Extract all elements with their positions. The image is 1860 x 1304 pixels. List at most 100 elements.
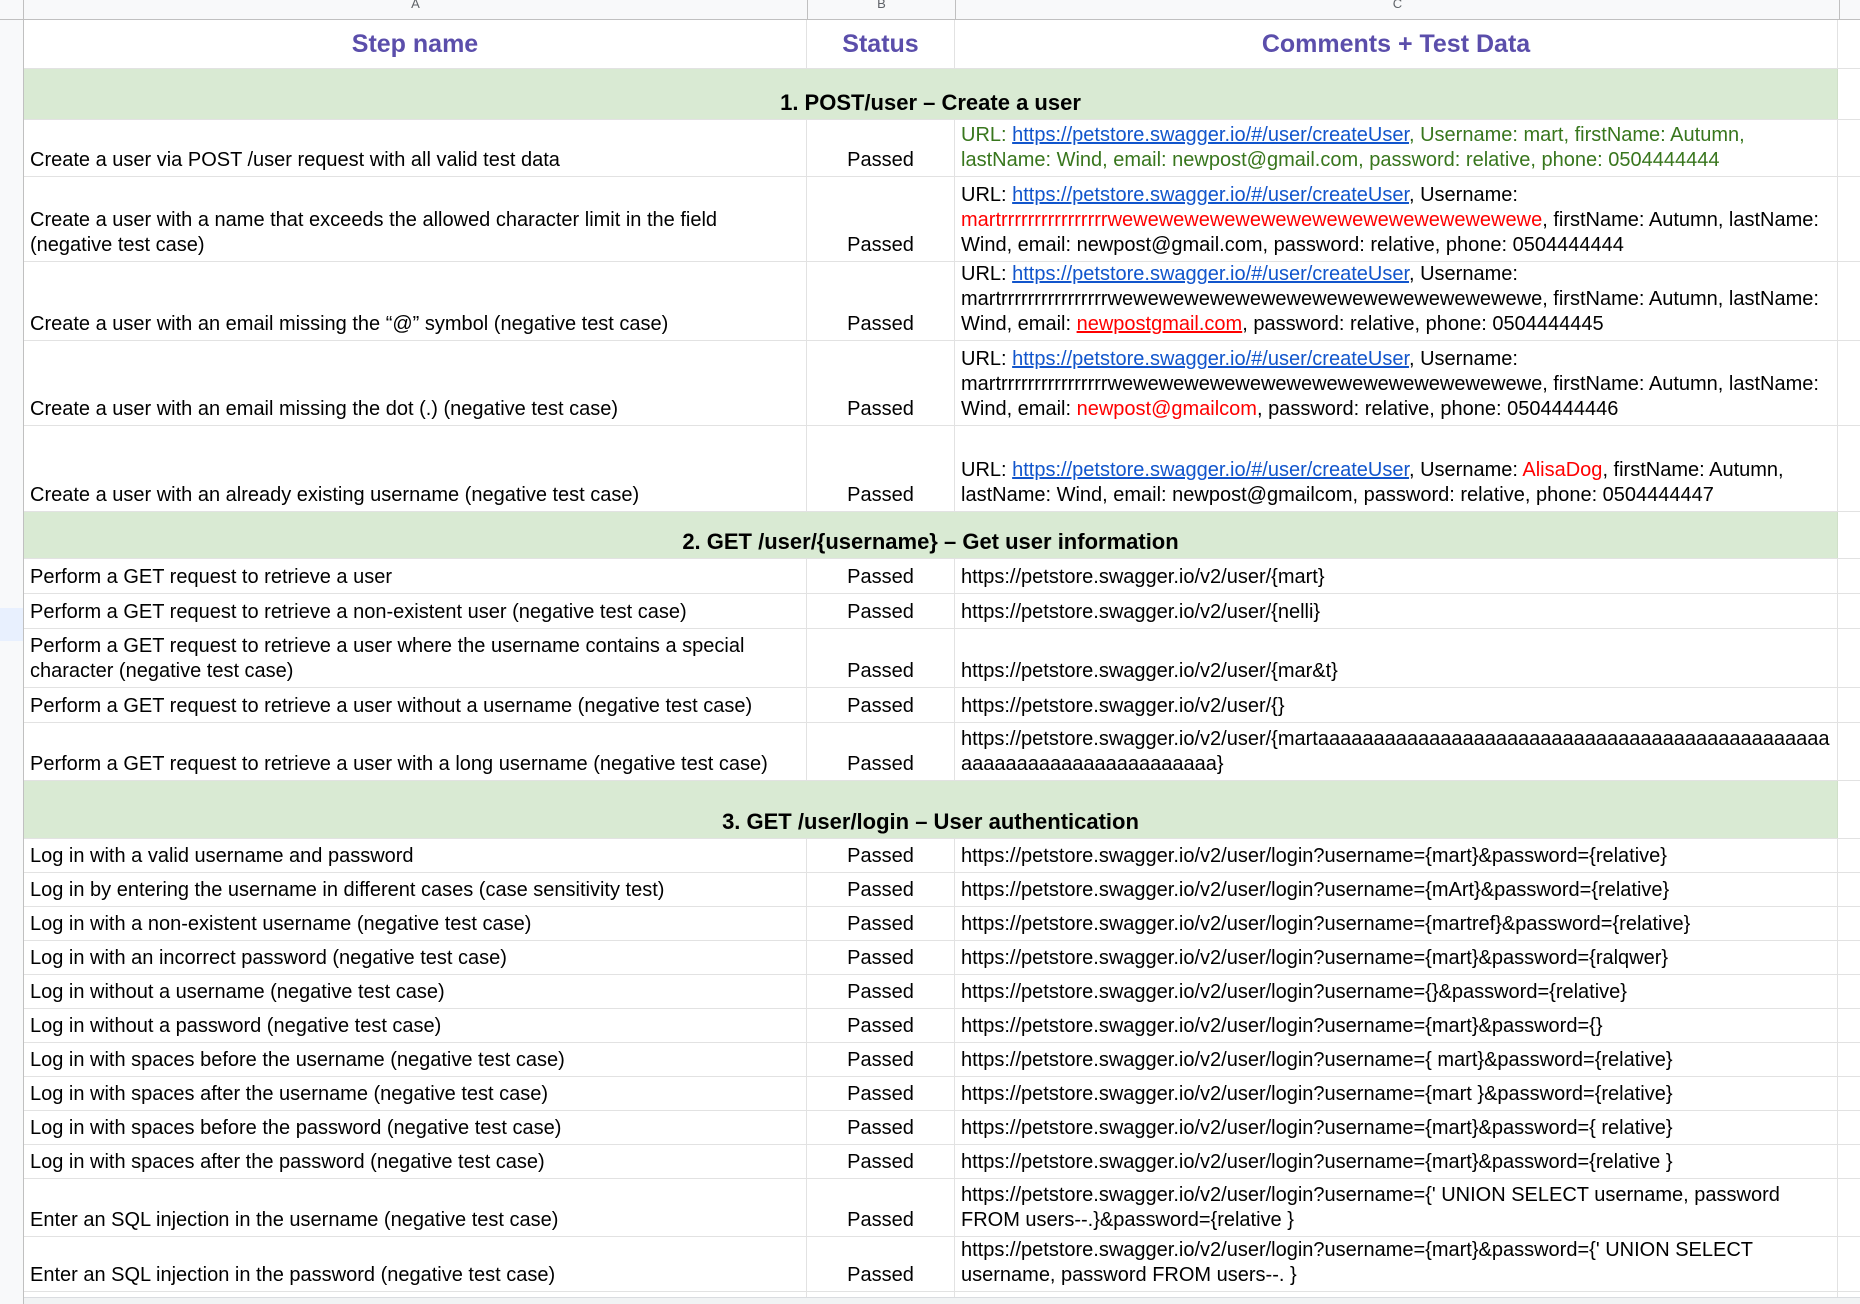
empty-cell[interactable] <box>1838 1077 1860 1110</box>
step-cell[interactable]: Enter an SQL injection in the password (… <box>24 1237 807 1291</box>
step-cell[interactable]: Perform a GET request to retrieve a user… <box>24 688 807 722</box>
empty-cell[interactable] <box>1838 1145 1860 1178</box>
status-cell[interactable]: Passed <box>807 723 955 780</box>
step-cell[interactable]: Create a user with an already existing u… <box>24 426 807 511</box>
step-cell[interactable]: Create a user with an email missing the … <box>24 341 807 425</box>
status-cell[interactable]: Passed <box>807 629 955 687</box>
step-cell[interactable]: Log in by entering the username in diffe… <box>24 873 807 906</box>
step-cell[interactable]: Perform a GET request to retrieve a user… <box>24 629 807 687</box>
empty-cell[interactable] <box>1838 20 1860 68</box>
comment-cell[interactable]: https://petstore.swagger.io/v2/user/logi… <box>955 1179 1838 1236</box>
url-link[interactable]: https://petstore.swagger.io/#/user/creat… <box>1012 348 1409 370</box>
status-cell[interactable]: Passed <box>807 1111 955 1144</box>
status-cell[interactable]: Passed <box>807 1179 955 1236</box>
step-cell[interactable]: Log in without a username (negative test… <box>24 975 807 1008</box>
step-cell[interactable]: Create a user via POST /user request wit… <box>24 120 807 176</box>
step-cell[interactable]: Create a user with an email missing the … <box>24 262 807 340</box>
status-cell[interactable]: Passed <box>807 1077 955 1110</box>
comment-cell[interactable]: https://petstore.swagger.io/v2/user/logi… <box>955 873 1838 906</box>
url-link[interactable]: https://petstore.swagger.io/#/user/creat… <box>1012 263 1409 285</box>
step-cell[interactable]: Log in with an incorrect password (negat… <box>24 941 807 974</box>
status-cell[interactable]: Passed <box>807 873 955 906</box>
comment-cell[interactable]: URL: https://petstore.swagger.io/#/user/… <box>955 341 1838 425</box>
url-link[interactable]: https://petstore.swagger.io/#/user/creat… <box>1012 184 1409 206</box>
empty-cell[interactable] <box>1838 1111 1860 1144</box>
empty-cell[interactable] <box>1838 559 1860 593</box>
status-cell[interactable]: Passed <box>807 177 955 261</box>
step-cell[interactable]: Log in with spaces after the username (n… <box>24 1077 807 1110</box>
status-cell[interactable]: Passed <box>807 594 955 628</box>
empty-cell[interactable] <box>1838 839 1860 872</box>
empty-cell[interactable] <box>1838 1009 1860 1042</box>
empty-cell[interactable] <box>1838 723 1860 780</box>
comment-cell[interactable]: https://petstore.swagger.io/v2/user/logi… <box>955 941 1838 974</box>
status-cell[interactable]: Passed <box>807 688 955 722</box>
step-cell[interactable]: Log in with spaces before the password (… <box>24 1111 807 1144</box>
step-cell[interactable]: Log in with a valid username and passwor… <box>24 839 807 872</box>
empty-cell[interactable] <box>1838 594 1860 628</box>
step-cell[interactable]: Create a user with a name that exceeds t… <box>24 177 807 261</box>
comment-cell[interactable]: https://petstore.swagger.io/v2/user/logi… <box>955 907 1838 940</box>
status-cell[interactable]: Passed <box>807 941 955 974</box>
status-cell[interactable]: Passed <box>807 1237 955 1291</box>
row-header-gutter[interactable] <box>0 20 24 1304</box>
section-title-post-user[interactable]: 1. POST/user – Create a user <box>24 69 1838 119</box>
empty-cell[interactable] <box>1838 1043 1860 1076</box>
status-cell[interactable]: Passed <box>807 426 955 511</box>
status-cell[interactable]: Passed <box>807 1009 955 1042</box>
empty-cell[interactable] <box>1838 262 1860 340</box>
url-link[interactable]: https://petstore.swagger.io/#/user/creat… <box>1012 459 1409 481</box>
status-cell[interactable]: Passed <box>807 341 955 425</box>
comment-cell[interactable]: https://petstore.swagger.io/v2/user/logi… <box>955 1009 1838 1042</box>
comment-cell[interactable]: https://petstore.swagger.io/v2/user/{nel… <box>955 594 1838 628</box>
empty-cell[interactable] <box>1838 629 1860 687</box>
url-link[interactable]: https://petstore.swagger.io/#/user/creat… <box>1012 124 1409 146</box>
comment-cell[interactable]: https://petstore.swagger.io/v2/user/logi… <box>955 1043 1838 1076</box>
status-cell[interactable]: Passed <box>807 975 955 1008</box>
step-cell[interactable]: Log in with spaces after the password (n… <box>24 1145 807 1178</box>
status-cell[interactable]: Passed <box>807 1145 955 1178</box>
empty-cell[interactable] <box>1838 177 1860 261</box>
step-cell[interactable]: Perform a GET request to retrieve a user… <box>24 723 807 780</box>
empty-cell[interactable] <box>1838 1237 1860 1291</box>
comment-cell[interactable]: URL: https://petstore.swagger.io/#/user/… <box>955 177 1838 261</box>
status-cell[interactable]: Passed <box>807 262 955 340</box>
empty-cell[interactable] <box>1838 907 1860 940</box>
column-header-b[interactable]: B <box>808 0 956 19</box>
empty-cell[interactable] <box>1838 688 1860 722</box>
comment-cell[interactable]: https://petstore.swagger.io/v2/user/{} <box>955 688 1838 722</box>
empty-cell[interactable] <box>1838 426 1860 511</box>
step-cell[interactable]: Perform a GET request to retrieve a non-… <box>24 594 807 628</box>
status-cell[interactable]: Passed <box>807 839 955 872</box>
comment-cell[interactable]: https://petstore.swagger.io/v2/user/logi… <box>955 1145 1838 1178</box>
empty-cell[interactable] <box>1838 873 1860 906</box>
empty-cell[interactable] <box>1838 120 1860 176</box>
column-header-a[interactable]: A <box>24 0 808 19</box>
comment-cell[interactable]: https://petstore.swagger.io/v2/user/logi… <box>955 1237 1838 1291</box>
comment-cell[interactable]: https://petstore.swagger.io/v2/user/logi… <box>955 839 1838 872</box>
comment-cell[interactable]: URL: https://petstore.swagger.io/#/user/… <box>955 120 1838 176</box>
comment-cell[interactable]: https://petstore.swagger.io/v2/user/logi… <box>955 1077 1838 1110</box>
comment-cell[interactable]: https://petstore.swagger.io/v2/user/{mar… <box>955 723 1838 780</box>
comment-cell[interactable]: https://petstore.swagger.io/v2/user/logi… <box>955 1111 1838 1144</box>
empty-cell[interactable] <box>1838 781 1860 838</box>
step-cell[interactable]: Log in without a password (negative test… <box>24 1009 807 1042</box>
step-cell[interactable]: Perform a GET request to retrieve a user <box>24 559 807 593</box>
status-cell[interactable]: Passed <box>807 1043 955 1076</box>
empty-cell[interactable] <box>1838 341 1860 425</box>
status-cell[interactable]: Passed <box>807 559 955 593</box>
step-cell[interactable]: Enter an SQL injection in the username (… <box>24 1179 807 1236</box>
header-step-name[interactable]: Step name <box>24 20 807 68</box>
horizontal-scrollbar[interactable] <box>24 1297 1860 1304</box>
empty-cell[interactable] <box>1838 1179 1860 1236</box>
column-header-c[interactable]: C <box>956 0 1840 19</box>
comment-cell[interactable]: URL: https://petstore.swagger.io/#/user/… <box>955 426 1838 511</box>
comment-cell[interactable]: URL: https://petstore.swagger.io/#/user/… <box>955 262 1838 340</box>
header-comments[interactable]: Comments + Test Data <box>955 20 1838 68</box>
select-all-corner[interactable] <box>0 0 24 19</box>
empty-cell[interactable] <box>1838 975 1860 1008</box>
comment-cell[interactable]: https://petstore.swagger.io/v2/user/logi… <box>955 975 1838 1008</box>
comment-cell[interactable]: https://petstore.swagger.io/v2/user/{mar… <box>955 629 1838 687</box>
empty-cell[interactable] <box>1838 512 1860 558</box>
comment-cell[interactable]: https://petstore.swagger.io/v2/user/{mar… <box>955 559 1838 593</box>
